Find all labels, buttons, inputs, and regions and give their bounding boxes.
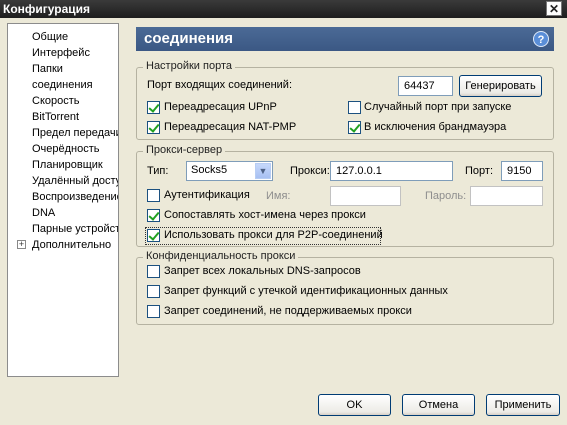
tree-item-playback[interactable]: Воспроизведение [32,189,118,205]
firewall-label: В исключения брандмауэра [364,121,507,133]
tree-item-paired[interactable]: Парные устройства [32,221,118,237]
resolve-hostnames-checkbox[interactable] [147,209,160,222]
upnp-checkbox[interactable] [147,101,160,114]
cancel-button[interactable]: Отмена [402,394,475,416]
p2p-proxy-checkbox[interactable] [147,229,160,242]
chevron-down-icon: ▼ [255,163,271,179]
auth-label: Аутентификация [164,189,250,201]
proxy-port-input[interactable]: 9150 [501,161,543,181]
incoming-port-label: Порт входящих соединений: [147,79,293,91]
title-bar: Конфигурация ✕ [0,0,567,18]
ok-button[interactable]: OK [318,394,391,416]
proxy-privacy-title: Конфиденциальность прокси [143,250,299,262]
password-label: Пароль: [425,190,467,202]
proxy-type-select[interactable]: Socks5 ▼ [186,161,273,181]
upnp-label: Переадресация UPnP [164,101,277,113]
username-label: Имя: [266,190,291,202]
block-unsupported-checkbox[interactable] [147,305,160,318]
tree-item-interface[interactable]: Интерфейс [32,45,90,61]
close-button[interactable]: ✕ [546,1,562,16]
block-leak-label: Запрет функций с утечкой идентификационн… [164,285,448,297]
proxy-type-label: Тип: [147,165,169,177]
expand-icon[interactable]: + [17,240,26,249]
proxy-server-title: Прокси-сервер [143,144,226,156]
tree-item-scheduler[interactable]: Планировщик [32,157,103,173]
window-title: Конфигурация [3,2,91,16]
natpmp-label: Переадресация NAT-PMP [164,121,297,133]
tree-item-queueing[interactable]: Очерёдность [32,141,100,157]
proxy-type-value: Socks5 [191,164,228,176]
username-input[interactable] [330,186,401,206]
generate-button[interactable]: Генерировать [459,75,542,97]
tree-item-bittorrent[interactable]: BitTorrent [32,109,79,125]
section-header: соединения ? [136,27,554,51]
proxy-host-input[interactable]: 127.0.0.1 [330,161,453,181]
block-dns-checkbox[interactable] [147,265,160,278]
tree-item-general[interactable]: Общие [32,29,68,45]
port-settings-title: Настройки порта [143,60,235,72]
section-title: соединения [144,30,234,47]
help-icon[interactable]: ? [533,31,549,47]
resolve-hostnames-label: Сопоставлять хост-имена через прокси [164,209,366,221]
proxy-port-label: Порт: [465,165,493,177]
block-dns-label: Запрет всех локальных DNS-запросов [164,265,361,277]
tree-item-connection[interactable]: соединения [32,77,93,93]
tree-item-folders[interactable]: Папки [32,61,63,77]
apply-button[interactable]: Применить [486,394,560,416]
block-leak-checkbox[interactable] [147,285,160,298]
tree-item-speed[interactable]: Скорость [32,93,80,109]
proxy-host-label: Прокси: [290,165,330,177]
random-port-checkbox[interactable] [348,101,361,114]
tree-item-dna[interactable]: DNA [32,205,55,221]
settings-tree: Общие Интерфейс Папки соединения Скорост… [7,23,119,377]
tree-item-remote[interactable]: Удалённый доступ [32,173,118,189]
random-port-label: Случайный порт при запуске [364,101,512,113]
tree-item-transfer-cap[interactable]: Предел передачи [32,125,118,141]
block-unsupported-label: Запрет соединений, не поддерживаемых про… [164,305,412,317]
auth-checkbox[interactable] [147,189,160,202]
incoming-port-input[interactable]: 64437 [398,76,453,96]
firewall-checkbox[interactable] [348,121,361,134]
tree-item-advanced[interactable]: Дополнительно [32,237,111,253]
p2p-proxy-label: Использовать прокси для P2P-соединений [164,229,383,241]
password-input[interactable] [470,186,543,206]
natpmp-checkbox[interactable] [147,121,160,134]
